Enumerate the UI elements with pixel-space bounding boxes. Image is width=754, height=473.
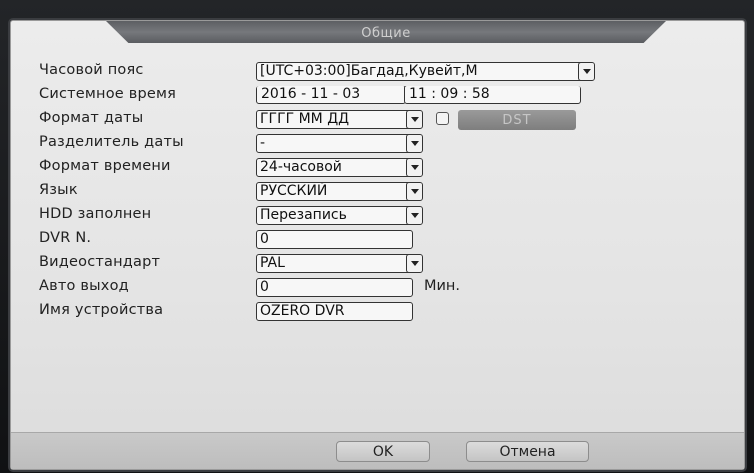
language-value: РУССКИЙ <box>260 183 328 199</box>
system-date-input[interactable]: 2016 - 11 - 03 <box>256 86 406 104</box>
hdd-full-label: HDD заполнен <box>39 206 152 222</box>
auto-logout-label: Авто выход <box>39 278 129 294</box>
dialog-title: Общие <box>361 26 411 41</box>
date-format-value: ГГГГ ММ ДД <box>260 111 350 127</box>
date-separator-select[interactable]: - <box>256 134 423 153</box>
system-time-label: Системное время <box>39 86 177 102</box>
dialog-title-bar: Общие <box>106 21 666 43</box>
chevron-down-icon[interactable] <box>406 207 422 224</box>
dvr-no-input[interactable]: 0 <box>256 230 413 249</box>
timezone-select[interactable]: [UTC+03:00]Багдад,Кувейт,М <box>256 62 595 81</box>
language-label: Язык <box>39 182 78 198</box>
system-time-input[interactable]: 11 : 09 : 58 <box>404 86 581 104</box>
device-name-label: Имя устройства <box>39 302 164 318</box>
chevron-down-icon[interactable] <box>406 183 422 200</box>
chevron-down-icon[interactable] <box>406 111 422 128</box>
chevron-down-icon[interactable] <box>406 135 422 152</box>
dialog-button-bar: OK Отмена <box>11 432 744 469</box>
hdd-full-select[interactable]: Перезапись <box>256 206 423 225</box>
video-standard-value: PAL <box>260 255 285 271</box>
chevron-down-icon[interactable] <box>406 159 422 176</box>
chevron-down-icon[interactable] <box>578 63 594 80</box>
cancel-button[interactable]: Отмена <box>466 441 589 462</box>
date-format-select[interactable]: ГГГГ ММ ДД <box>256 110 423 129</box>
date-separator-label: Разделитель даты <box>39 134 184 150</box>
time-format-select[interactable]: 24-часовой <box>256 158 423 177</box>
dst-checkbox[interactable] <box>436 112 449 125</box>
timezone-label: Часовой пояс <box>39 62 144 78</box>
date-separator-value: - <box>260 135 266 151</box>
video-standard-label: Видеостандарт <box>39 254 161 270</box>
device-name-input[interactable]: OZERO DVR <box>256 302 413 321</box>
time-format-label: Формат времени <box>39 158 171 174</box>
hdd-full-value: Перезапись <box>260 207 347 223</box>
time-format-value: 24-часовой <box>260 159 342 175</box>
general-settings-dialog: Общие Часовой пояс [UTC+03:00]Багдад,Кув… <box>10 20 745 470</box>
system-time-field[interactable]: 2016 - 11 - 03 11 : 09 : 58 <box>256 86 581 105</box>
video-standard-select[interactable]: PAL <box>256 254 423 273</box>
language-select[interactable]: РУССКИЙ <box>256 182 423 201</box>
chevron-down-icon[interactable] <box>406 255 422 272</box>
auto-logout-unit: Мин. <box>424 278 461 294</box>
timezone-value: [UTC+03:00]Багдад,Кувейт,М <box>260 63 478 79</box>
ok-button[interactable]: OK <box>336 441 430 462</box>
auto-logout-input[interactable]: 0 <box>256 278 413 297</box>
dvr-no-label: DVR N. <box>39 230 92 246</box>
dst-button[interactable]: DST <box>458 110 576 130</box>
date-format-label: Формат даты <box>39 110 144 126</box>
